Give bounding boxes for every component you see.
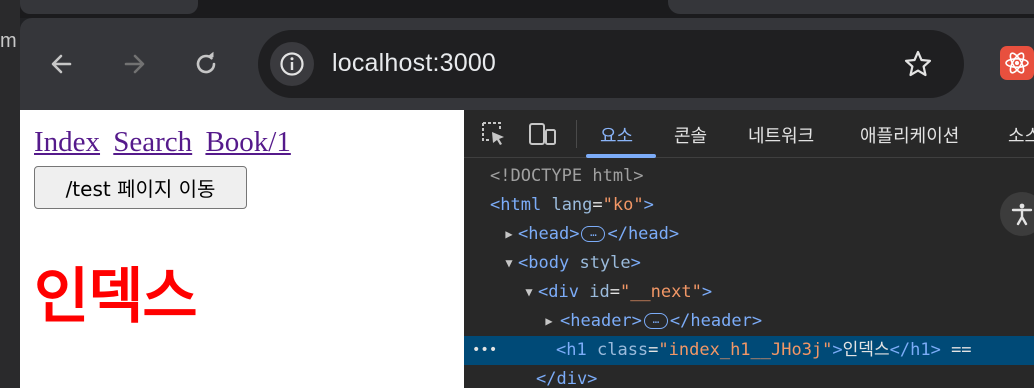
reload-button[interactable] — [184, 42, 228, 86]
inspect-cursor-icon — [482, 122, 504, 145]
doctype-text: <!DOCTYPE html> — [490, 166, 644, 186]
header-close-tag-name: header — [690, 311, 752, 331]
tab-console[interactable]: 콘솔 — [674, 122, 707, 148]
bookmark-button[interactable] — [902, 48, 934, 80]
tab-right[interactable] — [668, 0, 1034, 14]
tab-left[interactable] — [20, 0, 198, 14]
reload-icon — [196, 51, 216, 74]
background-window-edge: m — [0, 0, 20, 388]
arrow-left-icon — [51, 54, 72, 74]
collapse-arrow-icon[interactable]: ▼ — [502, 249, 516, 278]
head-close-tag-name: head — [627, 224, 669, 244]
tab-network[interactable]: 네트워크 — [748, 122, 814, 148]
inspect-element-button[interactable] — [478, 118, 510, 150]
expand-arrow-icon[interactable]: ▶ — [502, 220, 516, 249]
tab-sources[interactable]: 소스 — [1008, 122, 1034, 148]
devtools-panel: 요소 콘솔 네트워크 애플리케이션 소스 <!DOCTYPE html> <ht… — [464, 110, 1034, 388]
page-viewport: Index Search Book/1 /test 페이지 이동 인덱스 — [20, 110, 464, 388]
dom-tree: <!DOCTYPE html> <html lang="ko"> ▶ <head… — [464, 158, 1034, 388]
dom-node-div[interactable]: ▼ <div id="__next"> — [464, 278, 1034, 307]
info-icon — [280, 52, 304, 76]
dom-node-html[interactable]: <html lang="ko"> — [464, 191, 1034, 220]
node-actions-icon[interactable]: ••• — [472, 336, 497, 365]
dom-node-div-close[interactable]: </div> — [464, 365, 1034, 388]
test-page-button[interactable]: /test 페이지 이동 — [34, 166, 247, 209]
dom-node-body[interactable]: ▼ <body style> — [464, 249, 1034, 278]
link-search[interactable]: Search — [113, 126, 192, 158]
h1-text-content: 인덱스 — [842, 340, 890, 360]
forward-button[interactable] — [112, 42, 156, 86]
body-tag-name: body — [528, 253, 570, 273]
star-icon — [904, 50, 932, 77]
arrow-right-icon — [124, 54, 145, 74]
header-tag-name: header — [570, 311, 632, 331]
collapsed-ellipsis[interactable]: … — [643, 313, 668, 329]
body-attr-name: style — [579, 253, 631, 273]
page-nav: Index Search Book/1 — [34, 126, 297, 159]
devtools-toolbar: 요소 콘솔 네트워크 애플리케이션 소스 — [464, 110, 1034, 158]
html-attr-value: "ko" — [602, 195, 644, 215]
expand-arrow-icon[interactable]: ▶ — [542, 307, 556, 336]
device-mode-icon — [529, 123, 556, 145]
extension-button[interactable] — [1000, 46, 1034, 80]
react-devtools-icon — [1005, 52, 1029, 74]
tab-strip — [0, 0, 1034, 18]
url-text[interactable]: localhost:3000 — [332, 49, 496, 78]
selected-node-marker: == — [951, 340, 972, 360]
tab-application[interactable]: 애플리케이션 — [860, 122, 959, 148]
page-heading: 인덱스 — [34, 262, 198, 332]
div-attr-name: id — [589, 282, 610, 302]
site-info-button[interactable] — [270, 42, 314, 86]
div-attr-value: "__next" — [619, 282, 702, 302]
toolbar-divider — [576, 120, 577, 148]
background-window-text: m — [0, 30, 17, 52]
html-tag-name: html — [500, 195, 542, 215]
tab-elements[interactable]: 요소 — [600, 122, 633, 148]
browser-toolbar: localhost:3000 — [20, 18, 1034, 110]
collapse-arrow-icon[interactable]: ▼ — [522, 278, 536, 307]
h1-attr-name: class — [596, 340, 649, 360]
accessibility-icon — [1011, 203, 1033, 226]
back-button[interactable] — [40, 42, 84, 86]
h1-attr-value: "index_h1__JHo3j" — [658, 340, 833, 360]
dom-node-h1-selected[interactable]: ••• <h1 class="index_h1__JHo3j">인덱스</h1>… — [464, 336, 1034, 365]
div-tag-name: div — [548, 282, 579, 302]
dom-node-header[interactable]: ▶ <header>… </header> — [464, 307, 1034, 336]
dom-node-doctype[interactable]: <!DOCTYPE html> — [464, 162, 1034, 191]
head-tag-name: head — [528, 224, 570, 244]
h1-tag-name: h1 — [566, 340, 587, 360]
collapsed-ellipsis[interactable]: … — [581, 226, 606, 242]
link-book[interactable]: Book/1 — [205, 126, 290, 158]
address-bar[interactable]: localhost:3000 — [258, 30, 964, 98]
device-toolbar-button[interactable] — [526, 118, 558, 150]
link-index[interactable]: Index — [34, 126, 100, 158]
dom-node-head[interactable]: ▶ <head>… </head> — [464, 220, 1034, 249]
html-attr-name: lang — [551, 195, 593, 215]
div-close-tag: </div> — [536, 369, 598, 388]
h1-close-tag-name: h1 — [910, 340, 931, 360]
